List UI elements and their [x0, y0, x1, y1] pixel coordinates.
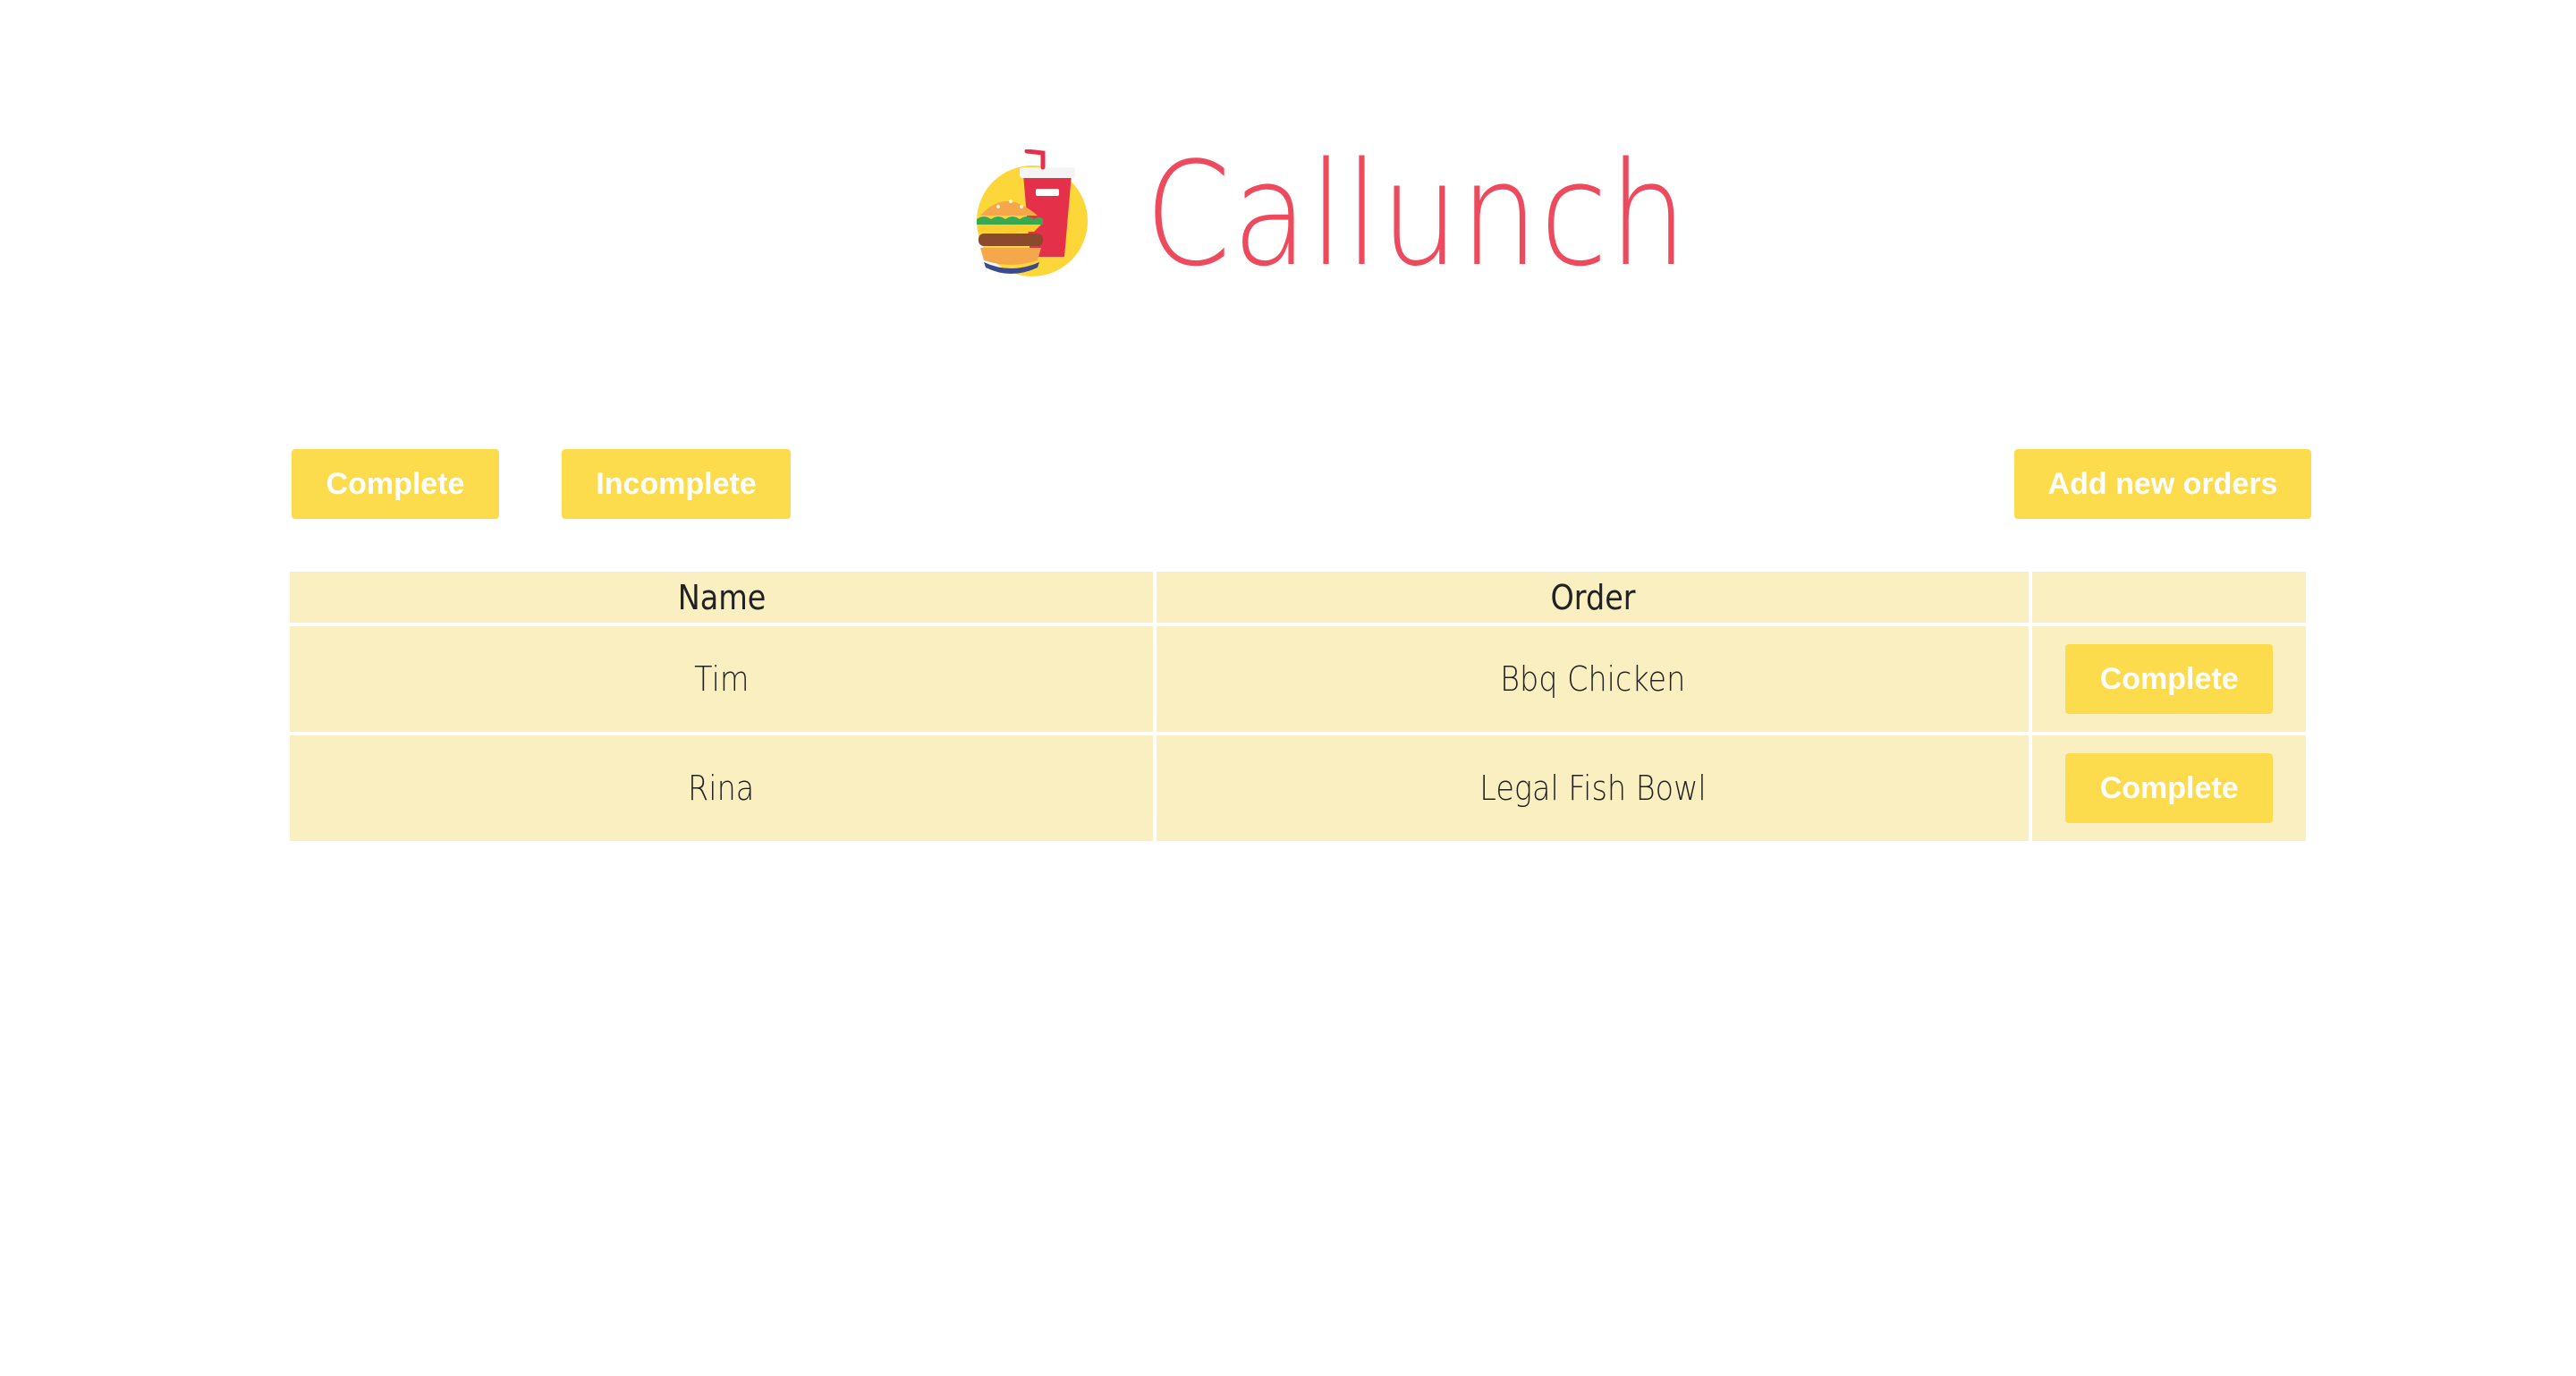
complete-order-button[interactable]: Complete [2065, 644, 2274, 714]
cell-name: Rina [290, 735, 1154, 841]
cell-order: Legal Fish Bowl [1157, 735, 2029, 841]
orders-table: Name Order Tim Bbq Chicken Complete Rina… [286, 568, 2309, 845]
cell-action: Complete [2032, 626, 2306, 732]
incomplete-filter-button[interactable]: Incomplete [562, 449, 791, 519]
table-row: Tim Bbq Chicken Complete [290, 626, 2306, 732]
column-header-name: Name [290, 572, 1154, 623]
table-header-row: Name Order [290, 572, 2306, 623]
cell-action: Complete [2032, 735, 2306, 841]
column-header-order: Order [1157, 572, 2029, 623]
complete-filter-button[interactable]: Complete [292, 449, 499, 519]
cell-name: Tim [290, 626, 1154, 732]
complete-order-button[interactable]: Complete [2065, 753, 2274, 823]
column-header-action [2032, 572, 2306, 623]
add-new-orders-button[interactable]: Add new orders [2014, 449, 2311, 519]
filter-bar: Complete Incomplete Add new orders [292, 449, 2311, 519]
app-title: Callunch [1145, 131, 1689, 298]
burger-and-soda-icon [971, 149, 1102, 280]
table-row: Rina Legal Fish Bowl Complete [290, 735, 2306, 841]
cell-order: Bbq Chicken [1157, 626, 2029, 732]
app-header: Callunch [971, 134, 1777, 295]
